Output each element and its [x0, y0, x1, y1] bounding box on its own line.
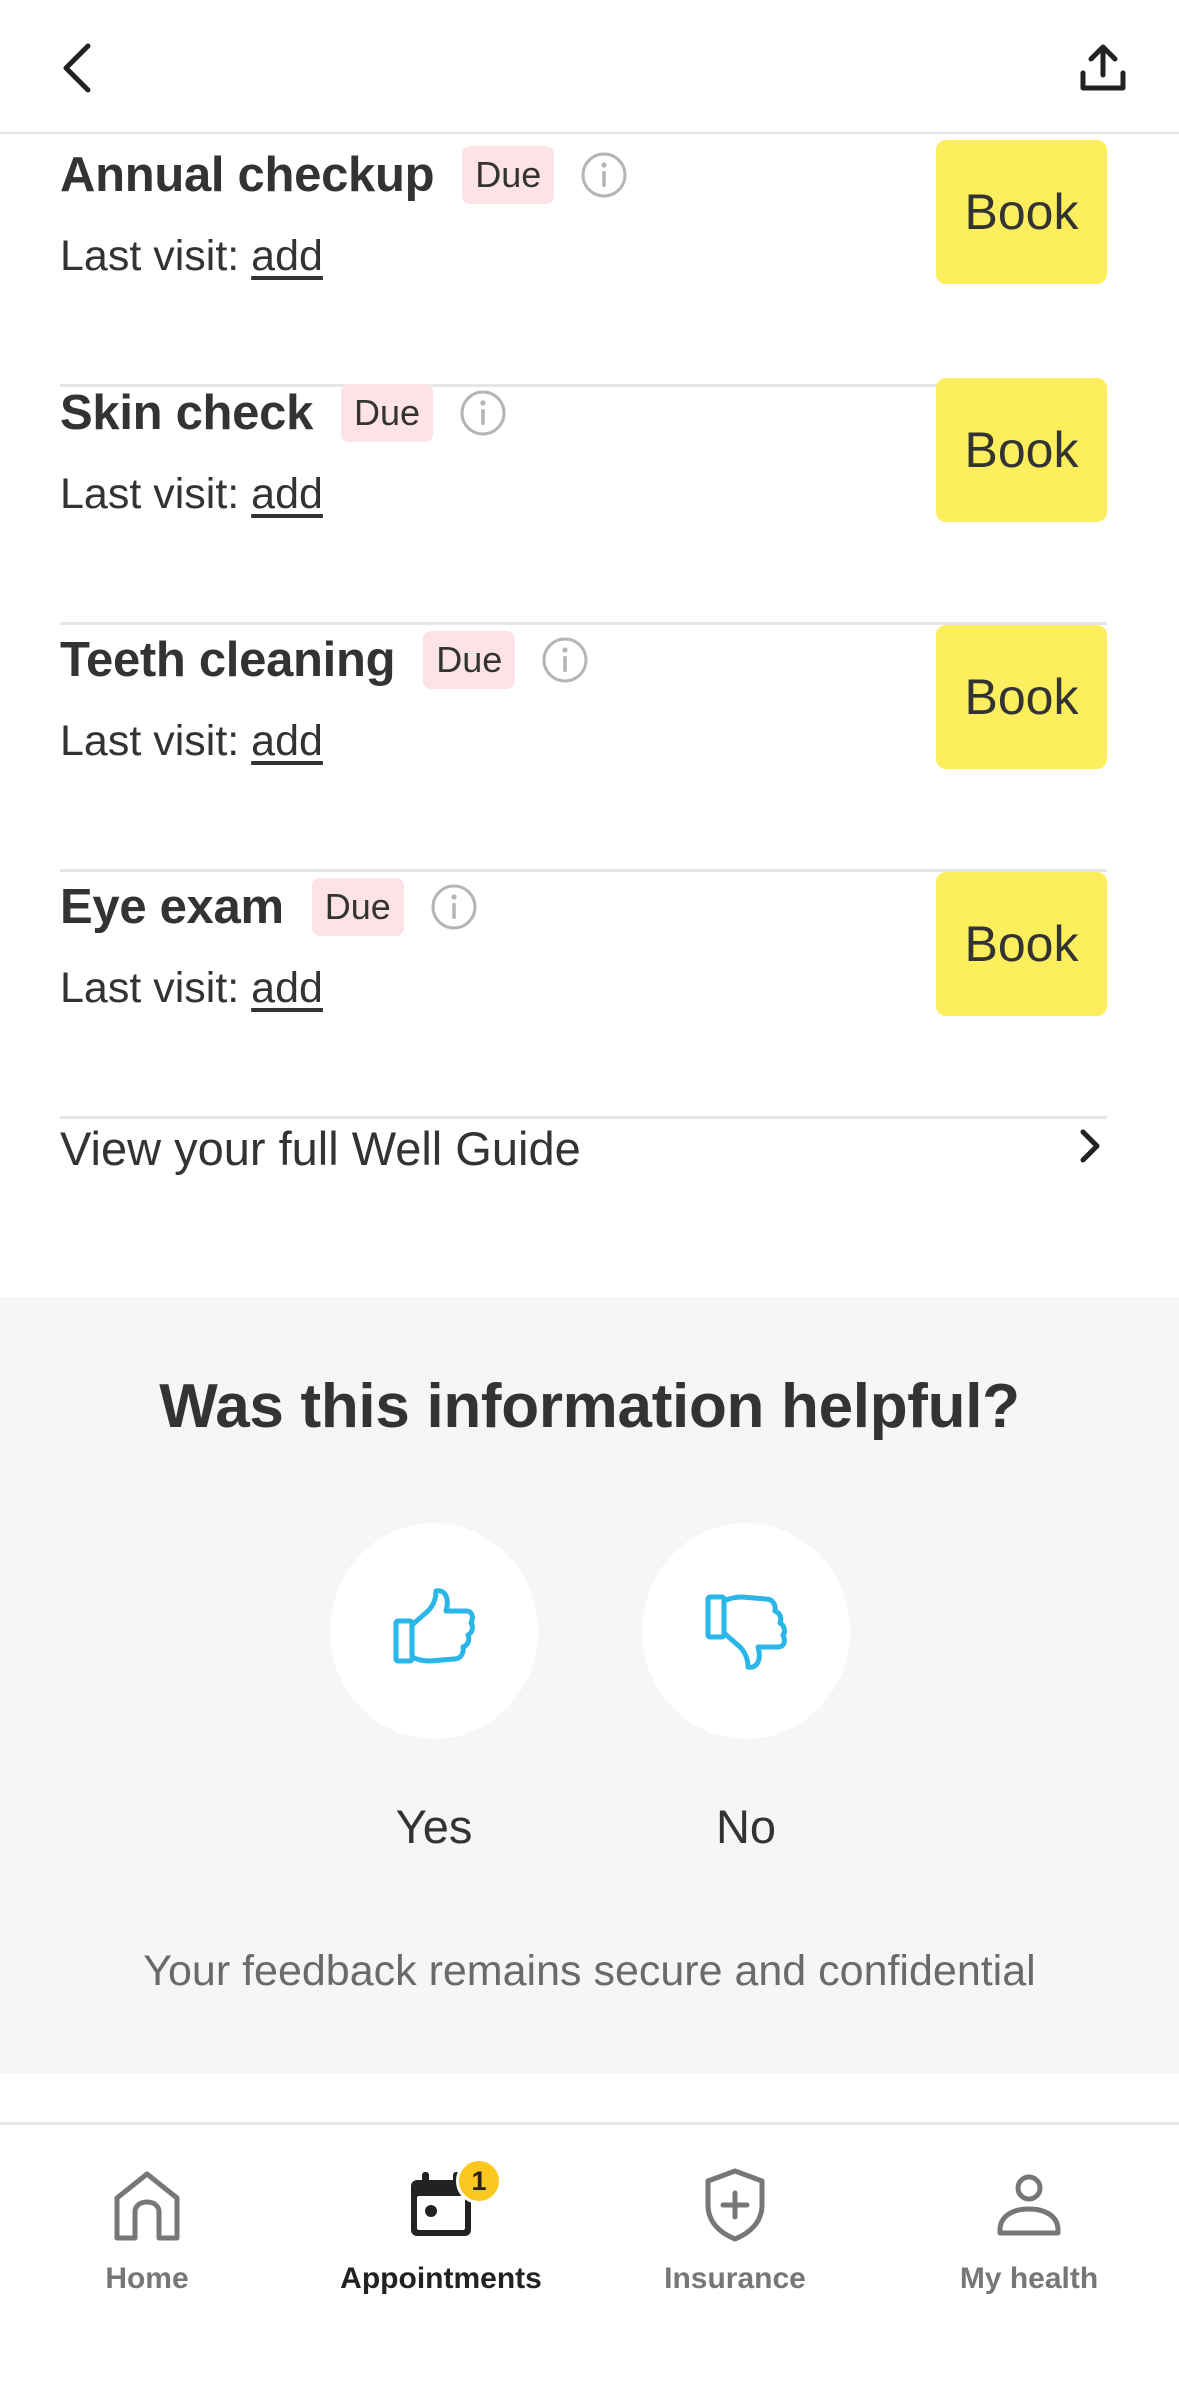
- appointments-badge: 1: [456, 2158, 502, 2204]
- last-visit-text: Last visit: add: [60, 470, 323, 519]
- calendar-icon: 1: [396, 2158, 502, 2250]
- due-badge: Due: [462, 146, 555, 204]
- share-upload-icon: [1079, 43, 1127, 98]
- care-item-title: Annual checkup: [60, 148, 435, 202]
- info-icon[interactable]: [541, 636, 589, 684]
- share-button[interactable]: [1063, 30, 1143, 110]
- care-item-teeth-cleaning: Teeth cleaning Due Last visit: add Book: [60, 625, 1107, 872]
- nav-my-health-label: My health: [959, 2262, 1099, 2295]
- nav-appointments[interactable]: 1 Appointments: [294, 2125, 588, 2325]
- care-item-title-row: Skin check Due: [60, 378, 507, 448]
- last-visit-text: Last visit: add: [60, 964, 323, 1013]
- top-app-bar: [0, 0, 1179, 134]
- well-guide-label: View your full Well Guide: [60, 1121, 581, 1175]
- nav-home-label: Home: [105, 2262, 189, 2295]
- care-item-title-row: Eye exam Due: [60, 872, 478, 942]
- care-item-title: Eye exam: [60, 880, 284, 934]
- chevron-right-icon: [1073, 1126, 1107, 1171]
- yes-label: Yes: [395, 1800, 473, 1853]
- add-last-visit-link[interactable]: add: [251, 717, 323, 765]
- book-button[interactable]: Book: [936, 625, 1107, 769]
- care-item-title: Teeth cleaning: [60, 633, 396, 687]
- feedback-no: No: [642, 1523, 850, 1854]
- due-badge: Due: [341, 384, 434, 442]
- nav-home[interactable]: Home: [0, 2125, 294, 2325]
- info-icon[interactable]: [430, 883, 478, 931]
- last-visit-label: Last visit:: [60, 717, 252, 765]
- last-visit-label: Last visit:: [60, 964, 252, 1012]
- thumbs-down-icon: [704, 1585, 788, 1678]
- info-icon[interactable]: [459, 389, 507, 437]
- book-button[interactable]: Book: [936, 140, 1107, 284]
- thumbs-down-button[interactable]: [642, 1523, 850, 1739]
- chevron-left-icon: [58, 42, 98, 99]
- due-badge: Due: [311, 878, 404, 936]
- person-icon: [984, 2160, 1074, 2250]
- nav-my-health[interactable]: My health: [882, 2125, 1176, 2325]
- no-label: No: [715, 1800, 777, 1853]
- last-visit-label: Last visit:: [60, 232, 252, 280]
- last-visit-label: Last visit:: [60, 470, 252, 518]
- add-last-visit-link[interactable]: add: [251, 470, 323, 518]
- care-item-skin-check: Skin check Due Last visit: add Book: [60, 378, 1107, 625]
- nav-insurance-label: Insurance: [664, 2262, 806, 2295]
- add-last-visit-link[interactable]: add: [251, 232, 323, 280]
- view-well-guide-link[interactable]: View your full Well Guide: [60, 1068, 1107, 1228]
- book-button[interactable]: Book: [936, 378, 1107, 522]
- back-button[interactable]: [38, 30, 118, 110]
- feedback-title: Was this information helpful?: [159, 1372, 1020, 1441]
- care-item-annual-checkup: Annual checkup Due Last visit: add Book: [60, 140, 1107, 387]
- care-item-title: Skin check: [60, 386, 314, 440]
- home-icon: [102, 2160, 192, 2250]
- due-badge: Due: [423, 631, 516, 689]
- feedback-note: Your feedback remains secure and confide…: [143, 1947, 1036, 1995]
- bottom-nav: Home 1 Appointments Insurance My health: [0, 2122, 1179, 2396]
- book-button[interactable]: Book: [936, 872, 1107, 1016]
- thumbs-up-icon: [392, 1585, 476, 1678]
- info-icon[interactable]: [580, 151, 628, 199]
- feedback-section: Was this information helpful? Yes No You…: [0, 1297, 1179, 2073]
- care-item-title-row: Teeth cleaning Due: [60, 625, 589, 695]
- nav-appointments-label: Appointments: [340, 2262, 542, 2295]
- shield-plus-icon: [690, 2160, 780, 2250]
- feedback-yes: Yes: [330, 1523, 538, 1854]
- add-last-visit-link[interactable]: add: [251, 964, 323, 1012]
- care-item-title-row: Annual checkup Due: [60, 140, 628, 210]
- last-visit-text: Last visit: add: [60, 232, 323, 281]
- nav-insurance[interactable]: Insurance: [588, 2125, 882, 2325]
- thumbs-up-button[interactable]: [330, 1523, 538, 1739]
- last-visit-text: Last visit: add: [60, 717, 323, 766]
